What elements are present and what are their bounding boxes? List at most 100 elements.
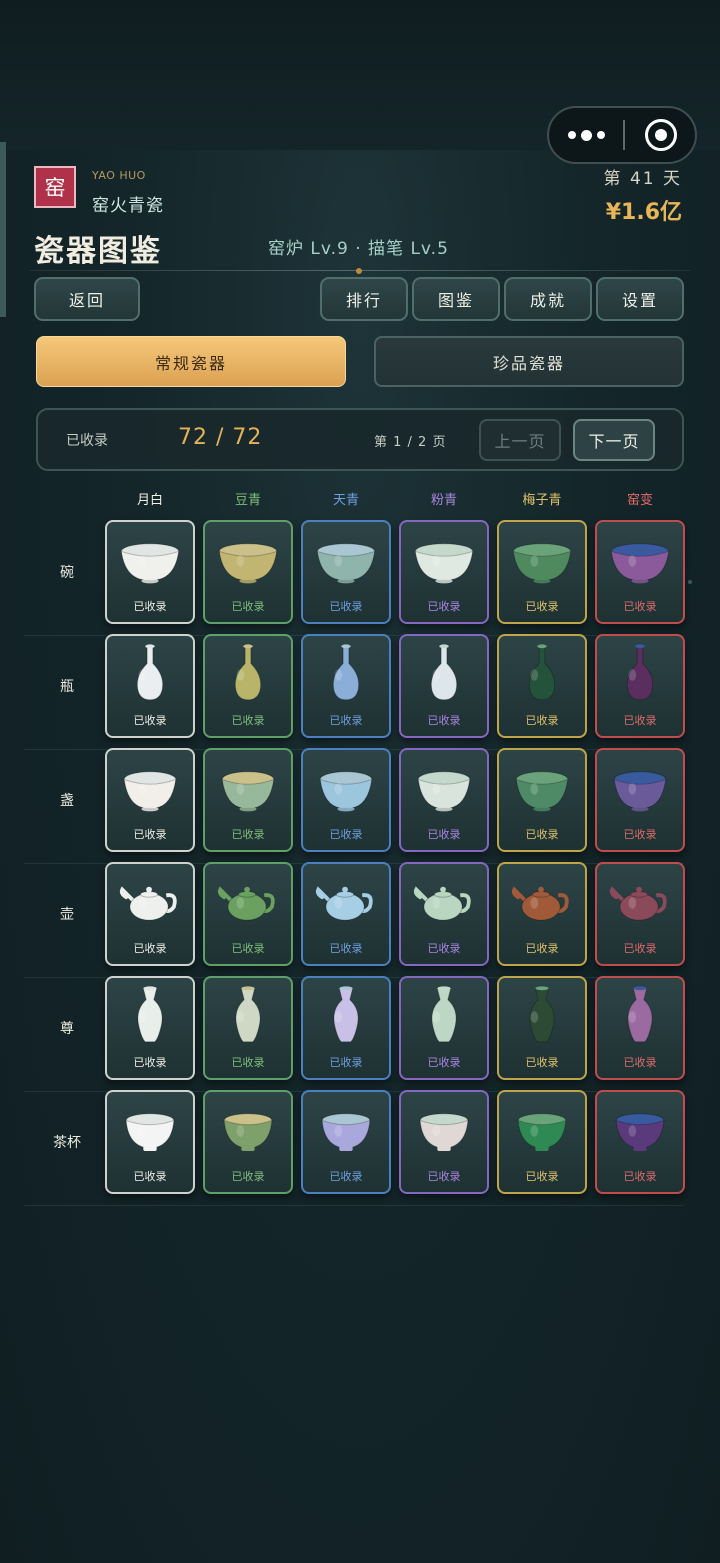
porcelain-card[interactable]: 已收录 xyxy=(105,862,195,966)
page-indicator: 第 1 / 2 页 xyxy=(374,435,447,450)
zun-icon xyxy=(431,986,457,1043)
porcelain-card[interactable]: 已收录 xyxy=(203,634,293,738)
prev-page-button[interactable]: 上一页 xyxy=(479,419,561,461)
porcelain-card[interactable]: 已收录 xyxy=(595,976,685,1080)
tab-rare[interactable]: 珍品瓷器 xyxy=(374,336,684,387)
collected-label: 已收录 xyxy=(66,433,108,449)
column-header: 梅子青 xyxy=(522,493,562,508)
more-icon[interactable] xyxy=(549,108,623,162)
column-header: 豆青 xyxy=(234,493,261,508)
collected-status: 已收录 xyxy=(231,942,265,955)
teapot-icon xyxy=(217,886,275,921)
porcelain-card[interactable]: 已收录 xyxy=(399,634,489,738)
vase-icon xyxy=(430,644,458,701)
porcelain-card[interactable]: 已收录 xyxy=(105,748,195,852)
collected-status: 已收录 xyxy=(427,828,461,841)
collected-status: 已收录 xyxy=(427,600,461,613)
collected-status: 已收录 xyxy=(329,1056,363,1069)
collected-status: 已收录 xyxy=(525,714,559,727)
collected-status: 已收录 xyxy=(329,714,363,727)
teapot-icon xyxy=(609,886,667,921)
porcelain-card[interactable]: 已收录 xyxy=(595,862,685,966)
porcelain-card[interactable]: 已收录 xyxy=(301,976,391,1080)
porcelain-card[interactable]: 已收录 xyxy=(105,634,195,738)
miniprogram-capsule xyxy=(547,106,697,164)
teacup-icon xyxy=(615,1113,665,1152)
level-info: 窑炉 Lv.9 · 描笔 Lv.5 xyxy=(268,239,449,259)
porcelain-card[interactable]: 已收录 xyxy=(399,1090,489,1194)
row-divider xyxy=(24,1205,684,1206)
porcelain-card[interactable]: 已收录 xyxy=(203,748,293,852)
settings-button[interactable]: 设置 xyxy=(596,277,684,321)
porcelain-card[interactable]: 已收录 xyxy=(301,634,391,738)
porcelain-card[interactable]: 已收录 xyxy=(105,1090,195,1194)
porcelain-card[interactable]: 已收录 xyxy=(497,1090,587,1194)
teacup-icon xyxy=(321,1113,371,1152)
bowl-icon xyxy=(414,543,474,584)
porcelain-card[interactable]: 已收录 xyxy=(595,748,685,852)
close-target-icon[interactable] xyxy=(645,119,677,151)
app-seal-logo: 窑 xyxy=(34,166,76,208)
collected-status: 已收录 xyxy=(329,1170,363,1183)
collected-status: 已收录 xyxy=(427,714,461,727)
porcelain-card[interactable]: 已收录 xyxy=(399,976,489,1080)
row-header: 壶 xyxy=(60,907,74,923)
collected-status: 已收录 xyxy=(231,600,265,613)
vase-icon xyxy=(136,644,164,701)
porcelain-card[interactable]: 已收录 xyxy=(399,862,489,966)
porcelain-card[interactable]: 已收录 xyxy=(301,520,391,624)
back-button[interactable]: 返回 xyxy=(34,277,140,321)
brand-english: YAO HUO xyxy=(92,169,146,182)
porcelain-card[interactable]: 已收录 xyxy=(203,520,293,624)
collected-status: 已收录 xyxy=(623,942,657,955)
column-header: 月白 xyxy=(136,493,163,508)
bowl-icon xyxy=(316,543,376,584)
collected-status: 已收录 xyxy=(133,942,167,955)
vase-icon xyxy=(528,644,556,701)
achievement-button[interactable]: 成就 xyxy=(504,277,592,321)
collected-status: 已收录 xyxy=(329,942,363,955)
rank-button[interactable]: 排行 xyxy=(320,277,408,321)
catalog-button[interactable]: 图鉴 xyxy=(412,277,500,321)
cup-icon xyxy=(417,771,471,812)
porcelain-card[interactable]: 已收录 xyxy=(595,520,685,624)
porcelain-card[interactable]: 已收录 xyxy=(497,976,587,1080)
collected-status: 已收录 xyxy=(231,828,265,841)
porcelain-card[interactable]: 已收录 xyxy=(301,748,391,852)
row-header: 碗 xyxy=(60,565,74,581)
collected-status: 已收录 xyxy=(623,1056,657,1069)
vase-icon xyxy=(332,644,360,701)
cup-icon xyxy=(123,771,177,812)
porcelain-card[interactable]: 已收录 xyxy=(497,862,587,966)
bowl-icon xyxy=(512,543,572,584)
collected-status: 已收录 xyxy=(133,600,167,613)
next-page-button[interactable]: 下一页 xyxy=(573,419,655,461)
collected-status: 已收录 xyxy=(525,600,559,613)
tab-regular[interactable]: 常规瓷器 xyxy=(36,336,346,387)
column-header: 天青 xyxy=(332,493,359,508)
row-header: 盏 xyxy=(60,793,74,809)
porcelain-card[interactable]: 已收录 xyxy=(203,976,293,1080)
porcelain-card[interactable]: 已收录 xyxy=(301,1090,391,1194)
collected-count: 72 / 72 xyxy=(178,425,263,450)
porcelain-card[interactable]: 已收录 xyxy=(595,1090,685,1194)
collected-status: 已收录 xyxy=(525,942,559,955)
zun-icon xyxy=(529,986,555,1043)
porcelain-card[interactable]: 已收录 xyxy=(399,520,489,624)
porcelain-card[interactable]: 已收录 xyxy=(399,748,489,852)
zun-icon xyxy=(137,986,163,1043)
row-header: 茶杯 xyxy=(53,1135,81,1151)
collected-status: 已收录 xyxy=(231,1170,265,1183)
porcelain-card[interactable]: 已收录 xyxy=(203,862,293,966)
porcelain-card[interactable]: 已收录 xyxy=(203,1090,293,1194)
porcelain-card[interactable]: 已收录 xyxy=(105,520,195,624)
bowl-icon xyxy=(610,543,670,584)
teapot-icon xyxy=(315,886,373,921)
column-header: 粉青 xyxy=(430,493,457,508)
porcelain-card[interactable]: 已收录 xyxy=(497,520,587,624)
porcelain-card[interactable]: 已收录 xyxy=(497,748,587,852)
porcelain-card[interactable]: 已收录 xyxy=(595,634,685,738)
porcelain-card[interactable]: 已收录 xyxy=(301,862,391,966)
porcelain-card[interactable]: 已收录 xyxy=(105,976,195,1080)
porcelain-card[interactable]: 已收录 xyxy=(497,634,587,738)
